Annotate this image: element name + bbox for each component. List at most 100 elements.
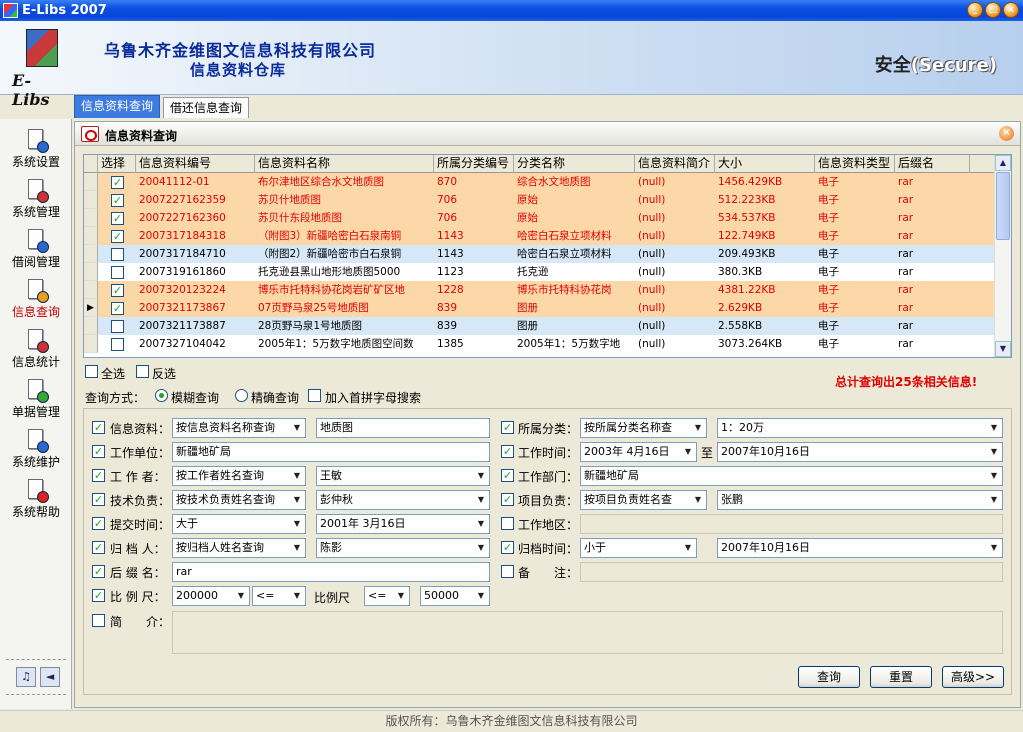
submit-date-picker[interactable]: 2001年 3月16日 ▼: [316, 514, 490, 534]
row-indicator[interactable]: [84, 245, 98, 263]
fuzzy-radio[interactable]: [155, 389, 168, 402]
row-checkbox[interactable]: ✓: [111, 194, 124, 207]
scroll-down-icon[interactable]: ▼: [995, 341, 1011, 357]
brief-checkbox[interactable]: [92, 614, 105, 627]
sidebar-item-query[interactable]: 信息查询: [0, 273, 72, 323]
tab-borrow-query[interactable]: 借还信息查询: [163, 97, 250, 118]
proj-checkbox[interactable]: ✓: [501, 493, 514, 506]
sidebar-item-documents[interactable]: 单据管理: [0, 373, 72, 423]
suffix-checkbox[interactable]: ✓: [92, 565, 105, 578]
table-row[interactable]: 2007319161860 托克逊县黑山地形地质图5000 1123 托克逊 (null…: [84, 263, 994, 281]
archiver-value-select[interactable]: 陈影 ▼: [316, 538, 490, 558]
grid-vscrollbar[interactable]: ▲ ▼: [994, 155, 1011, 357]
category-checkbox[interactable]: ✓: [501, 421, 514, 434]
table-row[interactable]: ✓ 2007320123224 博乐市托特科协花岗岩矿矿区地 1228 博乐市托特科协花…: [84, 281, 994, 299]
worktime-checkbox[interactable]: ✓: [501, 445, 514, 458]
author-value-select[interactable]: 王敏 ▼: [316, 466, 490, 486]
table-row[interactable]: 2007321173887 28页野马泉1号地质图 839 图册 (null) 2.558…: [84, 317, 994, 335]
sidebar-item-settings[interactable]: 系统设置: [0, 123, 72, 173]
unit-checkbox[interactable]: ✓: [92, 445, 105, 458]
row-indicator[interactable]: [84, 173, 98, 191]
row-indicator[interactable]: [84, 263, 98, 281]
col-header[interactable]: 信息资料简介: [635, 155, 715, 173]
row-checkbox[interactable]: [111, 266, 124, 279]
row-indicator[interactable]: [84, 317, 98, 335]
col-header[interactable]: 后缀名: [895, 155, 970, 173]
exact-radio[interactable]: [235, 389, 248, 402]
table-row[interactable]: ▶ ✓ 2007321173867 07页野马泉25号地质图 839 图册 (null) 2.…: [84, 299, 994, 317]
sidebar-item-lending[interactable]: 借阅管理: [0, 223, 72, 273]
row-indicator[interactable]: [84, 209, 98, 227]
proj-mode-select[interactable]: 按项目负责姓名查 ▼: [580, 490, 707, 510]
category-mode-select[interactable]: 按所属分类名称查 ▼: [580, 418, 707, 438]
col-header[interactable]: 大小: [715, 155, 815, 173]
tab-info-query[interactable]: 信息资料查询: [74, 95, 161, 118]
select-all-checkbox[interactable]: [85, 365, 98, 378]
tech-mode-select[interactable]: 按技术负责姓名查询 ▼: [172, 490, 306, 510]
row-indicator[interactable]: [84, 335, 98, 353]
query-button[interactable]: 查询: [798, 666, 860, 688]
row-checkbox[interactable]: [111, 248, 124, 261]
advanced-button[interactable]: 高级>>: [942, 666, 1004, 688]
col-header[interactable]: 信息资料编号: [136, 155, 255, 173]
col-header[interactable]: 信息资料类型: [815, 155, 895, 173]
sidebar-item-admin[interactable]: 系统管理: [0, 173, 72, 223]
submit-checkbox[interactable]: ✓: [92, 517, 105, 530]
dept-checkbox[interactable]: ✓: [501, 469, 514, 482]
scale-op2-select[interactable]: <= ▼: [364, 586, 410, 606]
sidebar-item-help[interactable]: 系统帮助: [0, 473, 72, 523]
proj-value-select[interactable]: 张鹏 ▼: [717, 490, 1003, 510]
row-indicator[interactable]: [84, 191, 98, 209]
row-indicator[interactable]: [84, 227, 98, 245]
row-checkbox[interactable]: ✓: [111, 302, 124, 315]
row-indicator[interactable]: ▶: [84, 299, 98, 317]
scale-op1-select[interactable]: <= ▼: [252, 586, 306, 606]
scroll-thumb[interactable]: [996, 172, 1010, 240]
table-row[interactable]: 2007327104042 2005年1：5万数字地质图空间数 1385 2005年1…: [84, 335, 994, 353]
remark-checkbox[interactable]: [501, 565, 514, 578]
brief-textarea[interactable]: [172, 611, 1003, 654]
scale-value2-select[interactable]: 50000 ▼: [420, 586, 490, 606]
worktime-to-picker[interactable]: 2007年10月16日 ▼: [717, 442, 1003, 462]
archiver-mode-select[interactable]: 按归档人姓名查询 ▼: [172, 538, 306, 558]
maximize-button[interactable]: □: [985, 2, 1001, 18]
row-indicator[interactable]: [84, 281, 98, 299]
remark-input[interactable]: [580, 562, 1003, 582]
table-row[interactable]: ✓ 2007227162360 苏贝什东段地质图 706 原始 (null) 534.537…: [84, 209, 994, 227]
submit-op-select[interactable]: 大于 ▼: [172, 514, 306, 534]
tech-value-select[interactable]: 彭仲秋 ▼: [316, 490, 490, 510]
minimize-button[interactable]: _: [967, 2, 983, 18]
col-header[interactable]: 选择: [98, 155, 136, 173]
archive-time-op-select[interactable]: 小于 ▼: [580, 538, 697, 558]
archiver-checkbox[interactable]: ✓: [92, 541, 105, 554]
speaker-icon[interactable]: ◄: [40, 667, 60, 687]
col-header[interactable]: 分类名称: [514, 155, 635, 173]
scale-checkbox[interactable]: ✓: [92, 589, 105, 602]
area-input[interactable]: [580, 514, 1003, 534]
row-checkbox[interactable]: [111, 320, 124, 333]
info-mode-select[interactable]: 按信息资料名称查询 ▼: [172, 418, 306, 438]
row-checkbox[interactable]: ✓: [111, 230, 124, 243]
col-header[interactable]: 信息资料名称: [255, 155, 434, 173]
scale-value-select[interactable]: 200000 ▼: [172, 586, 250, 606]
worktime-from-picker[interactable]: 2003年 4月16日 ▼: [580, 442, 697, 462]
scroll-up-icon[interactable]: ▲: [995, 155, 1011, 171]
close-button[interactable]: ×: [1003, 2, 1019, 18]
invert-checkbox[interactable]: [136, 365, 149, 378]
table-row[interactable]: ✓ 20041112-01 布尔津地区综合水文地质图 870 综合水文地质图 (null)…: [84, 173, 994, 191]
row-checkbox[interactable]: ✓: [111, 176, 124, 189]
row-checkbox[interactable]: [111, 338, 124, 351]
table-row[interactable]: ✓ 2007317184318 （附图3）新疆哈密白石泉南铜 1143 哈密白石泉立项材…: [84, 227, 994, 245]
pinyin-checkbox[interactable]: [308, 389, 321, 402]
reset-button[interactable]: 重置: [870, 666, 932, 688]
tech-checkbox[interactable]: ✓: [92, 493, 105, 506]
row-checkbox[interactable]: ✓: [111, 212, 124, 225]
info-input[interactable]: 地质图: [316, 418, 490, 438]
panel-close-icon[interactable]: ×: [999, 126, 1014, 141]
archive-time-picker[interactable]: 2007年10月16日 ▼: [717, 538, 1003, 558]
sidebar-item-statistics[interactable]: 信息统计: [0, 323, 72, 373]
unit-input[interactable]: 新疆地矿局: [172, 442, 490, 462]
area-checkbox[interactable]: [501, 517, 514, 530]
dept-select[interactable]: 新疆地矿局 ▼: [580, 466, 1003, 486]
suffix-input[interactable]: rar: [172, 562, 490, 582]
